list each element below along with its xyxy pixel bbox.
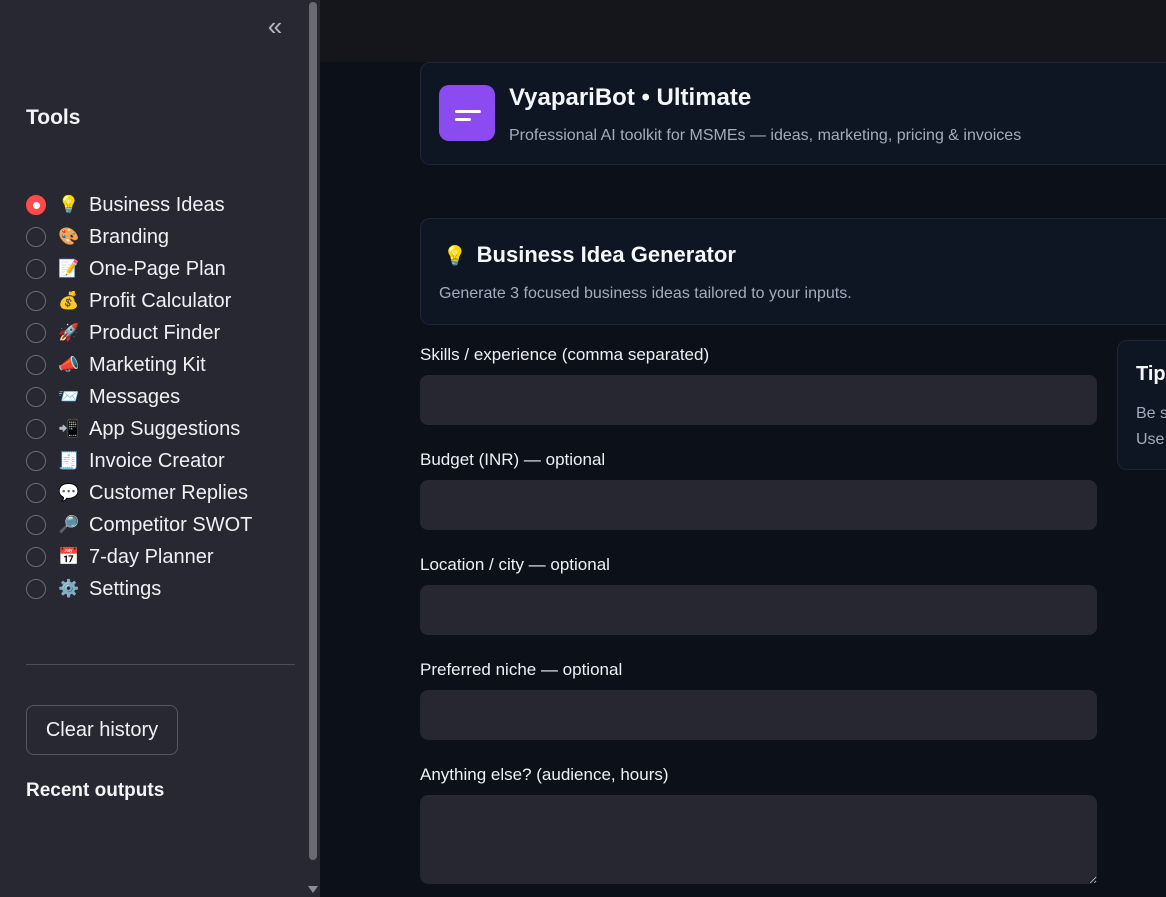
tool-radio-group: 💡 Business Ideas 🎨 Branding 📝 One-Page P…: [26, 189, 252, 605]
tool-item-label: Settings: [89, 577, 162, 600]
radio-icon[interactable]: [26, 227, 46, 247]
generator-title: Business Idea Generator: [476, 242, 736, 267]
tool-item-invoice-creator[interactable]: 🧾 Invoice Creator: [26, 445, 252, 477]
tool-item-customer-replies[interactable]: 💬 Customer Replies: [26, 477, 252, 509]
tool-item-7-day-planner[interactable]: 📅 7-day Planner: [26, 541, 252, 573]
rocket-icon: 🚀: [58, 323, 80, 342]
tool-item-label: 7-day Planner: [89, 545, 214, 568]
radio-selected-icon[interactable]: [26, 195, 46, 215]
tool-item-one-page-plan[interactable]: 📝 One-Page Plan: [26, 253, 252, 285]
speech-bubble-icon: 💬: [58, 483, 80, 502]
skills-label: Skills / experience (comma separated): [420, 345, 710, 364]
lightbulb-icon: 💡: [443, 246, 467, 267]
app-subtitle: Professional AI toolkit for MSMEs — idea…: [509, 127, 1022, 144]
tool-item-label: Marketing Kit: [89, 353, 206, 376]
tool-item-label: Product Finder: [89, 321, 221, 344]
tool-item-label: Customer Replies: [89, 481, 248, 504]
tools-heading: Tools: [26, 106, 81, 129]
location-label: Location / city — optional: [420, 555, 610, 574]
gear-icon: ⚙️: [58, 579, 80, 598]
sidebar: « Tools 💡 Business Ideas 🎨 Branding 📝 On…: [0, 0, 320, 897]
tool-item-label: Business Ideas: [89, 193, 225, 216]
tool-item-competitor-swot[interactable]: 🔎 Competitor SWOT: [26, 509, 252, 541]
tool-item-label: App Suggestions: [89, 417, 241, 440]
app-logo-icon: [439, 85, 495, 141]
magnifier-icon: 🔎: [58, 515, 80, 534]
app-header-card: VyapariBot • Ultimate Professional AI to…: [420, 62, 1166, 165]
mobile-phone-icon: 📲: [58, 419, 80, 438]
budget-label: Budget (INR) — optional: [420, 450, 606, 469]
tips-card: Tip Be s Use: [1117, 340, 1166, 470]
anything-else-label: Anything else? (audience, hours): [420, 765, 669, 784]
generator-title-row: 💡 Business Idea Generator: [443, 242, 736, 268]
tool-item-messages[interactable]: 📨 Messages: [26, 381, 252, 413]
lightbulb-icon: 💡: [58, 195, 80, 214]
tool-item-label: Invoice Creator: [89, 449, 225, 472]
skills-input[interactable]: [420, 375, 1097, 425]
logo-line: [455, 110, 481, 113]
logo-line: [455, 118, 471, 121]
sidebar-divider: [26, 664, 295, 665]
clear-history-button[interactable]: Clear history: [26, 705, 178, 755]
tool-item-settings[interactable]: ⚙️ Settings: [26, 573, 252, 605]
radio-icon[interactable]: [26, 515, 46, 535]
radio-icon[interactable]: [26, 419, 46, 439]
envelope-icon: 📨: [58, 387, 80, 406]
radio-icon[interactable]: [26, 387, 46, 407]
money-bag-icon: 💰: [58, 291, 80, 310]
tips-title: Tip: [1136, 363, 1166, 385]
top-bar: [320, 0, 1166, 62]
tool-item-app-suggestions[interactable]: 📲 App Suggestions: [26, 413, 252, 445]
tool-item-branding[interactable]: 🎨 Branding: [26, 221, 252, 253]
sidebar-scrollbar[interactable]: [309, 2, 317, 860]
location-input[interactable]: [420, 585, 1097, 635]
tool-item-business-ideas[interactable]: 💡 Business Ideas: [26, 189, 252, 221]
radio-icon[interactable]: [26, 323, 46, 343]
tool-item-marketing-kit[interactable]: 📣 Marketing Kit: [26, 349, 252, 381]
niche-label: Preferred niche — optional: [420, 660, 623, 679]
niche-input[interactable]: [420, 690, 1097, 740]
memo-icon: 📝: [58, 259, 80, 278]
collapse-sidebar-icon[interactable]: «: [260, 13, 290, 39]
tool-item-label: Branding: [89, 225, 170, 248]
radio-icon[interactable]: [26, 451, 46, 471]
calendar-icon: 📅: [58, 547, 80, 566]
tool-item-label: One-Page Plan: [89, 257, 226, 280]
radio-icon[interactable]: [26, 291, 46, 311]
radio-icon[interactable]: [26, 259, 46, 279]
anything-else-textarea[interactable]: [420, 795, 1097, 884]
tool-item-label: Messages: [89, 385, 181, 408]
tool-item-label: Competitor SWOT: [89, 513, 253, 536]
app-title: VyapariBot • Ultimate: [509, 84, 752, 111]
radio-icon[interactable]: [26, 579, 46, 599]
receipt-icon: 🧾: [58, 451, 80, 470]
generator-subtitle: Generate 3 focused business ideas tailor…: [439, 285, 852, 302]
tips-text-line: Be s: [1136, 405, 1166, 422]
budget-input[interactable]: [420, 480, 1097, 530]
generator-card: 💡 Business Idea Generator Generate 3 focu…: [420, 218, 1166, 325]
tool-item-profit-calculator[interactable]: 💰 Profit Calculator: [26, 285, 252, 317]
radio-icon[interactable]: [26, 547, 46, 567]
tool-item-label: Profit Calculator: [89, 289, 232, 312]
tool-item-product-finder[interactable]: 🚀 Product Finder: [26, 317, 252, 349]
scroll-down-arrow-icon[interactable]: [308, 886, 318, 893]
tips-text-line: Use: [1136, 431, 1165, 448]
radio-icon[interactable]: [26, 483, 46, 503]
radio-icon[interactable]: [26, 355, 46, 375]
recent-outputs-heading: Recent outputs: [26, 780, 165, 801]
megaphone-icon: 📣: [58, 355, 80, 374]
palette-icon: 🎨: [58, 227, 80, 246]
